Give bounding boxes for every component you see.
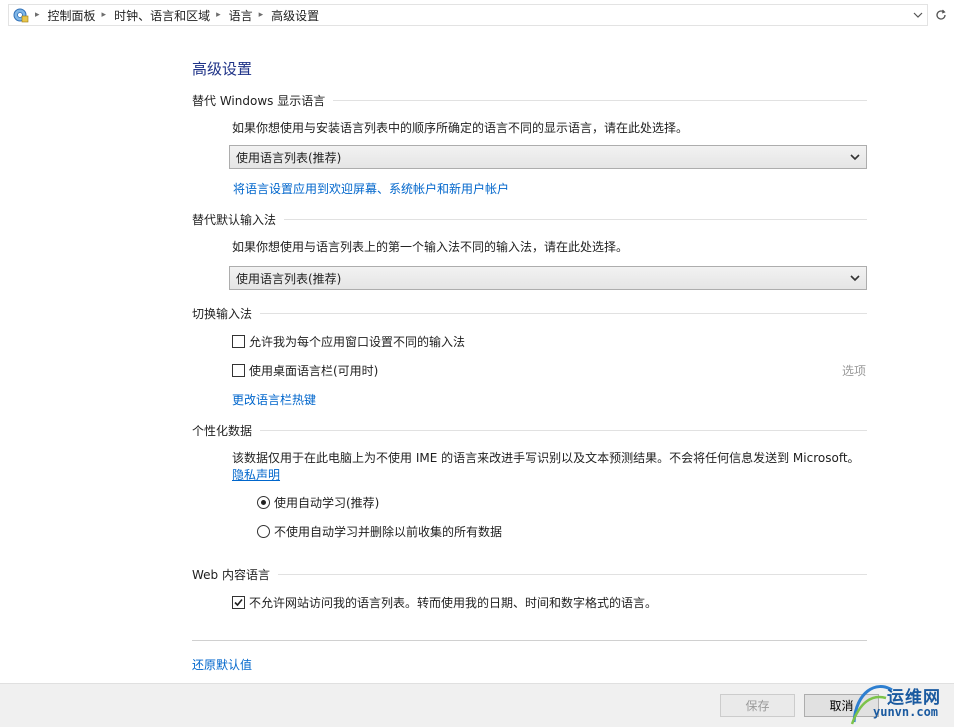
radio-label: 不使用自动学习并删除以前收集的所有数据 (274, 524, 503, 539)
section-divider (333, 99, 867, 101)
chevron-down-icon (850, 154, 860, 161)
chevron-right-icon[interactable]: ▸ (253, 10, 272, 20)
checkbox-label: 允许我为每个应用窗口设置不同的输入法 (249, 334, 466, 349)
watermark-url: yunvn.com (873, 705, 939, 719)
section-switch-input: 切换输入法 (192, 304, 867, 322)
section-heading: 切换输入法 (192, 306, 253, 321)
select-value: 使用语言列表(推荐) (236, 271, 342, 286)
section-heading: 替代 Windows 显示语言 (192, 93, 326, 108)
desktop-language-bar-checkbox-row[interactable]: 使用桌面语言栏(可用时) (232, 362, 378, 378)
display-language-description: 如果你想使用与安装语言列表中的顺序所确定的语言不同的显示语言，请在此处选择。 (232, 121, 689, 135)
auto-learn-radio[interactable] (257, 495, 270, 509)
control-panel-icon (13, 8, 29, 23)
personalization-description: 该数据仅用于在此电脑上为不使用 IME 的语言来改进手写识别以及文本预测结果。不… (232, 451, 860, 465)
chevron-right-icon[interactable]: ▸ (96, 10, 115, 20)
default-input-select[interactable]: 使用语言列表(推荐) (229, 266, 867, 290)
content-divider (192, 640, 867, 641)
section-web-content: Web 内容语言 (192, 565, 867, 583)
section-divider (284, 218, 867, 220)
section-divider (260, 312, 867, 314)
checkbox-label: 使用桌面语言栏(可用时) (249, 363, 379, 378)
section-heading: 个性化数据 (192, 423, 253, 438)
breadcrumb-box[interactable]: ▸ 控制面板 ▸ 时钟、语言和区域 ▸ 语言 ▸ 高级设置 (8, 4, 928, 26)
section-divider (277, 573, 867, 575)
auto-learn-radio-row[interactable]: 使用自动学习(推荐) (257, 494, 379, 510)
no-auto-learn-radio[interactable] (257, 524, 270, 538)
address-dropdown-button[interactable] (909, 5, 927, 25)
chevron-right-icon[interactable]: ▸ (210, 10, 229, 20)
breadcrumb: ▸ 控制面板 ▸ 时钟、语言和区域 ▸ 语言 ▸ 高级设置 (35, 5, 319, 25)
refresh-icon (936, 9, 946, 20)
refresh-button[interactable] (932, 6, 950, 24)
web-language-list-checkbox-row[interactable]: 不允许网站访问我的语言列表。转而使用我的日期、时间和数字格式的语言。 (232, 594, 657, 610)
select-value: 使用语言列表(推荐) (236, 150, 342, 165)
breadcrumb-control-panel[interactable]: 控制面板 (48, 7, 96, 24)
section-personalization: 个性化数据 (192, 421, 867, 439)
web-language-list-checkbox[interactable] (232, 595, 245, 609)
chevron-down-icon (850, 275, 860, 282)
per-app-input-checkbox[interactable] (232, 334, 245, 348)
checkbox-label: 不允许网站访问我的语言列表。转而使用我的日期、时间和数字格式的语言。 (249, 595, 658, 610)
checkmark-icon (234, 598, 243, 606)
language-bar-options-link[interactable]: 选项 (842, 362, 866, 379)
address-bar: ▸ 控制面板 ▸ 时钟、语言和区域 ▸ 语言 ▸ 高级设置 (0, 0, 954, 30)
breadcrumb-language[interactable]: 语言 (229, 7, 253, 24)
footer-bar: 保存 取消 (0, 683, 954, 727)
section-default-input: 替代默认输入法 (192, 210, 867, 228)
section-display-language: 替代 Windows 显示语言 (192, 91, 867, 109)
display-language-select[interactable]: 使用语言列表(推荐) (229, 145, 867, 169)
default-input-description: 如果你想使用与语言列表上的第一个输入法不同的输入法，请在此处选择。 (232, 240, 629, 254)
chevron-down-icon (913, 12, 923, 18)
radio-label: 使用自动学习(推荐) (274, 495, 380, 510)
restore-defaults-link[interactable]: 还原默认值 (192, 656, 252, 673)
section-heading: Web 内容语言 (192, 567, 270, 582)
section-heading: 替代默认输入法 (192, 212, 277, 227)
breadcrumb-clock-language-region[interactable]: 时钟、语言和区域 (114, 7, 210, 24)
chevron-right-icon: ▸ (35, 10, 40, 20)
apply-welcome-screen-link[interactable]: 将语言设置应用到欢迎屏幕、系统帐户和新用户帐户 (233, 180, 509, 197)
section-divider (260, 429, 867, 431)
page-title: 高级设置 (192, 60, 253, 78)
no-auto-learn-radio-row[interactable]: 不使用自动学习并删除以前收集的所有数据 (257, 523, 502, 539)
privacy-statement-link[interactable]: 隐私声明 (232, 466, 280, 483)
change-hotkeys-link[interactable]: 更改语言栏热键 (232, 391, 316, 408)
desktop-language-bar-checkbox[interactable] (232, 363, 245, 377)
save-button[interactable]: 保存 (720, 694, 795, 717)
breadcrumb-advanced-settings[interactable]: 高级设置 (271, 7, 319, 24)
per-app-input-checkbox-row[interactable]: 允许我为每个应用窗口设置不同的输入法 (232, 333, 465, 349)
